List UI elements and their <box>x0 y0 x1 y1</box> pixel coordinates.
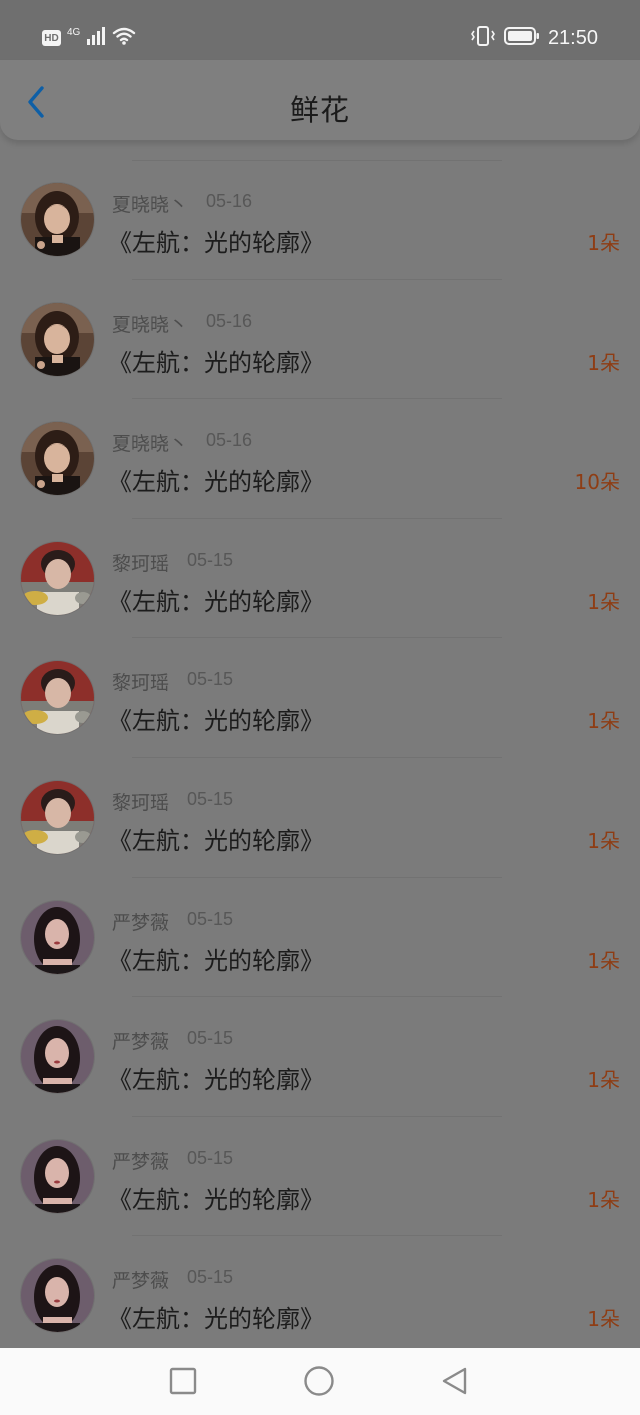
user-name[interactable]: 黎珂瑶 <box>112 668 169 695</box>
flower-count: 1朵 <box>587 1068 620 1093</box>
work-title[interactable]: 《左航：光的轮廓》 <box>108 462 324 497</box>
list-item[interactable]: 夏晓晓丶 05-16 《左航：光的轮廓》 10朵 <box>0 399 640 519</box>
list-item[interactable]: 严梦薇 05-15 《左航：光的轮廓》 1朵 <box>0 1236 640 1356</box>
item-date: 05-15 <box>187 669 234 690</box>
work-title[interactable]: 《左航：光的轮廓》 <box>108 941 324 976</box>
user-name[interactable]: 黎珂瑶 <box>112 549 169 576</box>
list-item[interactable]: 严梦薇 05-15 《左航：光的轮廓》 1朵 <box>0 997 640 1117</box>
list-item[interactable]: 严梦薇 05-15 《左航：光的轮廓》 1朵 <box>0 1117 640 1237</box>
item-date: 05-15 <box>187 549 234 570</box>
status-right-group: 21:50 <box>470 26 598 50</box>
item-date: 05-16 <box>206 310 253 331</box>
avatar[interactable] <box>21 302 94 376</box>
signal-icon <box>86 27 106 49</box>
item-date: 05-15 <box>187 788 234 809</box>
home-button[interactable] <box>303 1365 335 1401</box>
flower-record-list: 夏晓晓丶 05-16 《左航：光的轮廓》 1朵 夏晓晓丶 05-16 《左航：光的轮廓》 1朵… <box>0 160 640 1356</box>
user-name[interactable]: 严梦薇 <box>112 1266 169 1293</box>
avatar[interactable] <box>21 1139 94 1213</box>
work-title[interactable]: 《左航：光的轮廓》 <box>108 1299 324 1334</box>
item-date: 05-15 <box>187 908 234 929</box>
flower-count: 1朵 <box>587 948 620 973</box>
avatar[interactable] <box>21 183 94 256</box>
work-title[interactable]: 《左航：光的轮廓》 <box>108 821 324 856</box>
flower-count: 10朵 <box>574 470 620 495</box>
list-item[interactable]: 黎珂瑶 05-15 《左航：光的轮廓》 1朵 <box>0 519 640 639</box>
hd-icon: HD <box>42 30 61 46</box>
back-icon <box>440 1366 470 1400</box>
user-name[interactable]: 黎珂瑶 <box>112 788 169 815</box>
avatar[interactable] <box>21 1020 94 1094</box>
wifi-icon <box>112 26 136 50</box>
item-date: 05-16 <box>206 191 253 211</box>
status-bar: HD 4G 21:50 <box>0 0 640 60</box>
recent-apps-icon <box>169 1367 197 1399</box>
flower-count: 1朵 <box>587 828 620 853</box>
list-item[interactable]: 夏晓晓丶 05-16 《左航：光的轮廓》 1朵 <box>0 160 640 280</box>
user-name[interactable]: 夏晓晓丶 <box>112 190 188 217</box>
flower-count: 1朵 <box>587 589 620 614</box>
item-date: 05-15 <box>187 1028 234 1049</box>
item-date: 05-16 <box>206 430 253 451</box>
system-navigation-bar <box>0 1348 640 1415</box>
work-title[interactable]: 《左航：光的轮廓》 <box>108 582 324 617</box>
user-name[interactable]: 夏晓晓丶 <box>112 429 188 456</box>
item-date: 05-15 <box>187 1267 234 1288</box>
user-name[interactable]: 严梦薇 <box>112 1027 169 1054</box>
user-name[interactable]: 夏晓晓丶 <box>112 310 188 337</box>
user-name[interactable]: 严梦薇 <box>112 908 169 935</box>
battery-icon <box>503 26 540 50</box>
work-title[interactable]: 《左航：光的轮廓》 <box>108 1180 324 1215</box>
list-item[interactable]: 黎珂瑶 05-15 《左航：光的轮廓》 1朵 <box>0 638 640 758</box>
flower-count: 1朵 <box>587 1187 620 1212</box>
avatar[interactable] <box>21 422 94 496</box>
status-time: 21:50 <box>547 26 598 49</box>
avatar[interactable] <box>21 1259 94 1333</box>
work-title[interactable]: 《左航：光的轮廓》 <box>108 701 324 736</box>
flower-count: 1朵 <box>587 231 620 255</box>
network-type-label: 4G <box>67 26 81 38</box>
avatar[interactable] <box>21 780 94 854</box>
list-item[interactable]: 严梦薇 05-15 《左航：光的轮廓》 1朵 <box>0 878 640 998</box>
list-item[interactable]: 黎珂瑶 05-15 《左航：光的轮廓》 1朵 <box>0 758 640 878</box>
app-header: 鲜花 <box>0 60 640 140</box>
avatar[interactable] <box>21 541 94 615</box>
flower-count: 1朵 <box>587 1307 620 1332</box>
avatar[interactable] <box>21 900 94 974</box>
list-item[interactable]: 夏晓晓丶 05-16 《左航：光的轮廓》 1朵 <box>0 280 640 400</box>
status-left-group: HD 4G <box>42 26 136 50</box>
home-icon <box>303 1365 335 1401</box>
nav-back-button[interactable] <box>440 1366 470 1400</box>
item-date: 05-15 <box>187 1147 234 1168</box>
work-title[interactable]: 《左航：光的轮廓》 <box>108 1060 324 1095</box>
vibrate-icon <box>470 26 496 50</box>
user-name[interactable]: 严梦薇 <box>112 1147 169 1174</box>
flower-count: 1朵 <box>587 350 620 375</box>
work-title[interactable]: 《左航：光的轮廓》 <box>108 343 324 378</box>
flower-count: 1朵 <box>587 709 620 734</box>
avatar[interactable] <box>21 661 94 735</box>
page-title: 鲜花 <box>289 93 350 127</box>
recent-apps-button[interactable] <box>168 1367 198 1399</box>
work-title[interactable]: 《左航：光的轮廓》 <box>108 223 324 258</box>
